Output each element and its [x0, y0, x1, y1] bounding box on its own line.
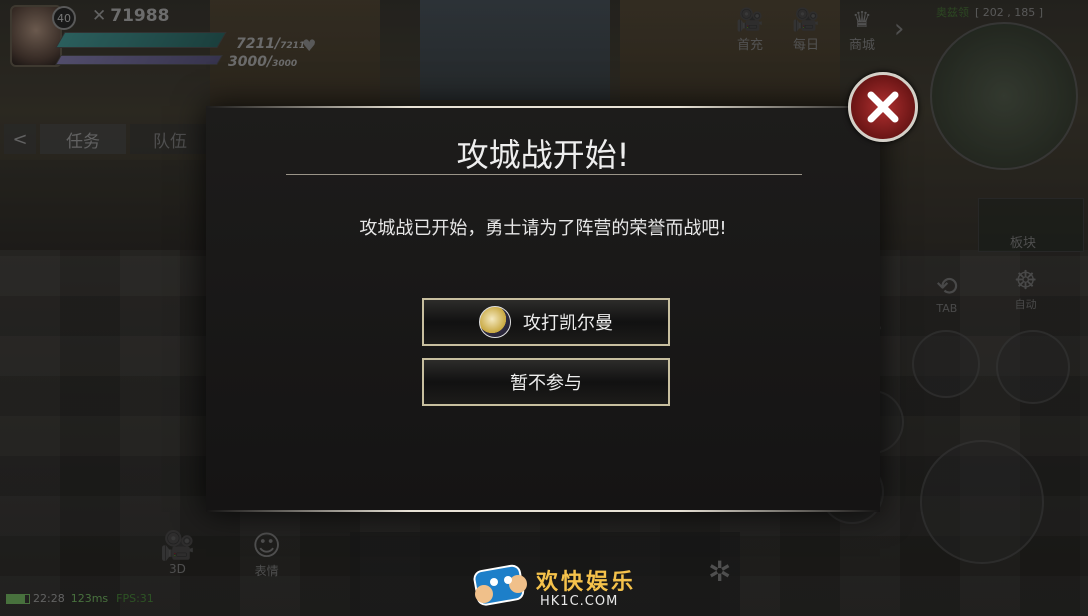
- skip-button-label: 暂不参与: [510, 373, 582, 394]
- watermark-url: HK1C.COM: [540, 594, 619, 609]
- dialog-title: 攻城战开始!: [456, 136, 630, 174]
- faction-emblem-icon: [479, 306, 511, 338]
- skip-button[interactable]: 暂不参与: [422, 358, 670, 406]
- attack-button-kerman[interactable]: 攻打凯尔曼: [422, 298, 670, 346]
- dialog-message: 攻城战已开始，勇士请为了阵营的荣誉而战吧!: [359, 218, 727, 239]
- attack-button-label: 攻打凯尔曼: [523, 313, 613, 334]
- watermark-logo: [473, 564, 527, 606]
- close-dialog-button[interactable]: [848, 72, 918, 142]
- watermark-title: 欢快娱乐: [536, 570, 637, 595]
- siege-start-dialog: 攻城战开始! 攻城战已开始，勇士请为了阵营的荣誉而战吧! 攻打凯尔曼 暂不参与: [206, 106, 880, 512]
- close-icon: [867, 91, 899, 123]
- title-divider: [286, 174, 802, 175]
